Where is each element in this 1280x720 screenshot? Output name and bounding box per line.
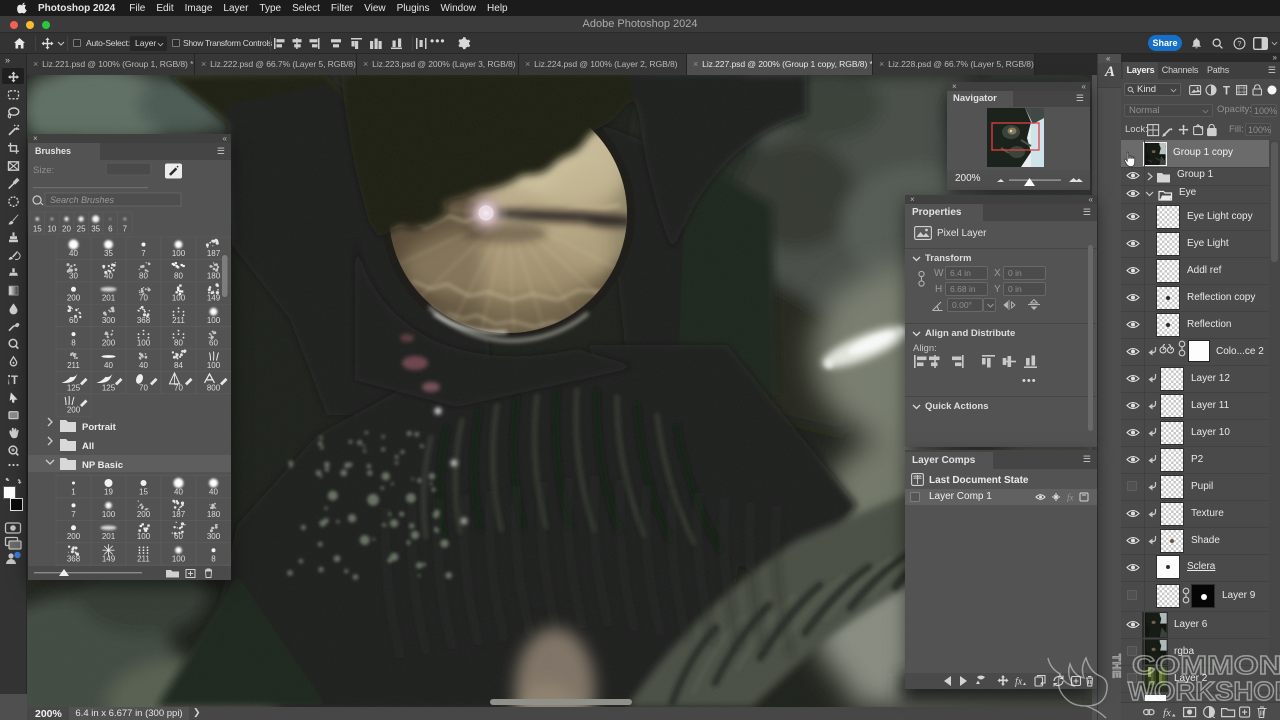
svg-text:40: 40 — [174, 487, 183, 496]
svg-text:35: 35 — [91, 225, 100, 234]
svg-text:149: 149 — [102, 555, 116, 564]
svg-text:fx: fx — [1015, 677, 1023, 688]
svg-text:40: 40 — [104, 271, 113, 280]
svg-text:211: 211 — [137, 555, 150, 564]
svg-text:80: 80 — [139, 271, 148, 280]
svg-text:187: 187 — [207, 249, 221, 258]
svg-text:100: 100 — [207, 316, 221, 325]
svg-text:368: 368 — [67, 555, 81, 564]
svg-text:6: 6 — [108, 225, 113, 234]
svg-text:84: 84 — [174, 361, 183, 370]
svg-text:NP Basic: NP Basic — [82, 460, 123, 471]
svg-text:211: 211 — [172, 316, 185, 325]
svg-text:125: 125 — [67, 383, 81, 392]
svg-text:fx: fx — [1067, 493, 1074, 503]
svg-text:100: 100 — [102, 510, 116, 519]
svg-text:100: 100 — [172, 249, 186, 258]
svg-text:60: 60 — [69, 316, 78, 325]
svg-text:35: 35 — [104, 249, 113, 258]
svg-text:Portrait: Portrait — [82, 422, 117, 433]
svg-text:25: 25 — [77, 225, 86, 234]
svg-text:10: 10 — [47, 225, 56, 234]
svg-text:?: ? — [1238, 41, 1242, 48]
svg-text:60: 60 — [209, 339, 218, 348]
svg-text:180: 180 — [207, 271, 221, 280]
svg-text:T: T — [1223, 86, 1230, 97]
svg-text:100: 100 — [172, 294, 186, 303]
svg-text:100: 100 — [137, 532, 151, 541]
svg-text:368: 368 — [137, 316, 151, 325]
svg-text:200: 200 — [102, 339, 116, 348]
svg-text:15: 15 — [33, 225, 42, 234]
svg-text:100: 100 — [137, 339, 151, 348]
svg-text:7: 7 — [141, 249, 146, 258]
svg-text:200: 200 — [67, 294, 81, 303]
svg-text:211: 211 — [67, 361, 80, 370]
svg-text:180: 180 — [207, 510, 221, 519]
svg-text:200: 200 — [67, 406, 81, 415]
svg-text:7: 7 — [123, 225, 128, 234]
svg-text:200: 200 — [137, 510, 151, 519]
svg-text:201: 201 — [102, 532, 116, 541]
svg-text:15: 15 — [139, 487, 148, 496]
svg-text:7: 7 — [71, 510, 76, 519]
svg-text:1: 1 — [71, 487, 76, 496]
svg-text:60: 60 — [174, 532, 183, 541]
svg-text:8: 8 — [71, 339, 76, 348]
svg-text:149: 149 — [207, 294, 221, 303]
svg-text:8: 8 — [211, 555, 216, 564]
svg-text:40: 40 — [139, 361, 148, 370]
svg-text:300: 300 — [102, 316, 116, 325]
svg-text:800: 800 — [207, 383, 221, 392]
svg-text:All: All — [82, 441, 94, 452]
svg-text:100: 100 — [207, 361, 221, 370]
svg-text:70: 70 — [174, 383, 183, 392]
svg-text:fx: fx — [1163, 707, 1171, 718]
svg-text:80: 80 — [174, 339, 183, 348]
svg-text:40: 40 — [69, 249, 78, 258]
svg-text:19: 19 — [104, 487, 113, 496]
svg-text:70: 70 — [139, 294, 148, 303]
svg-text:40: 40 — [209, 487, 218, 496]
svg-text:300: 300 — [207, 532, 221, 541]
svg-text:200: 200 — [67, 532, 81, 541]
svg-text:20: 20 — [62, 225, 71, 234]
svg-text:Size:: Size: — [33, 165, 54, 176]
svg-text:80: 80 — [174, 271, 183, 280]
svg-text:Search Brushes: Search Brushes — [50, 195, 115, 205]
svg-text:187: 187 — [172, 510, 186, 519]
svg-text:T: T — [11, 375, 18, 387]
svg-text:40: 40 — [104, 361, 113, 370]
svg-text:125: 125 — [102, 383, 116, 392]
svg-text:70: 70 — [139, 383, 148, 392]
svg-text:201: 201 — [102, 294, 116, 303]
svg-text:30: 30 — [69, 271, 78, 280]
svg-text:100: 100 — [172, 555, 186, 564]
